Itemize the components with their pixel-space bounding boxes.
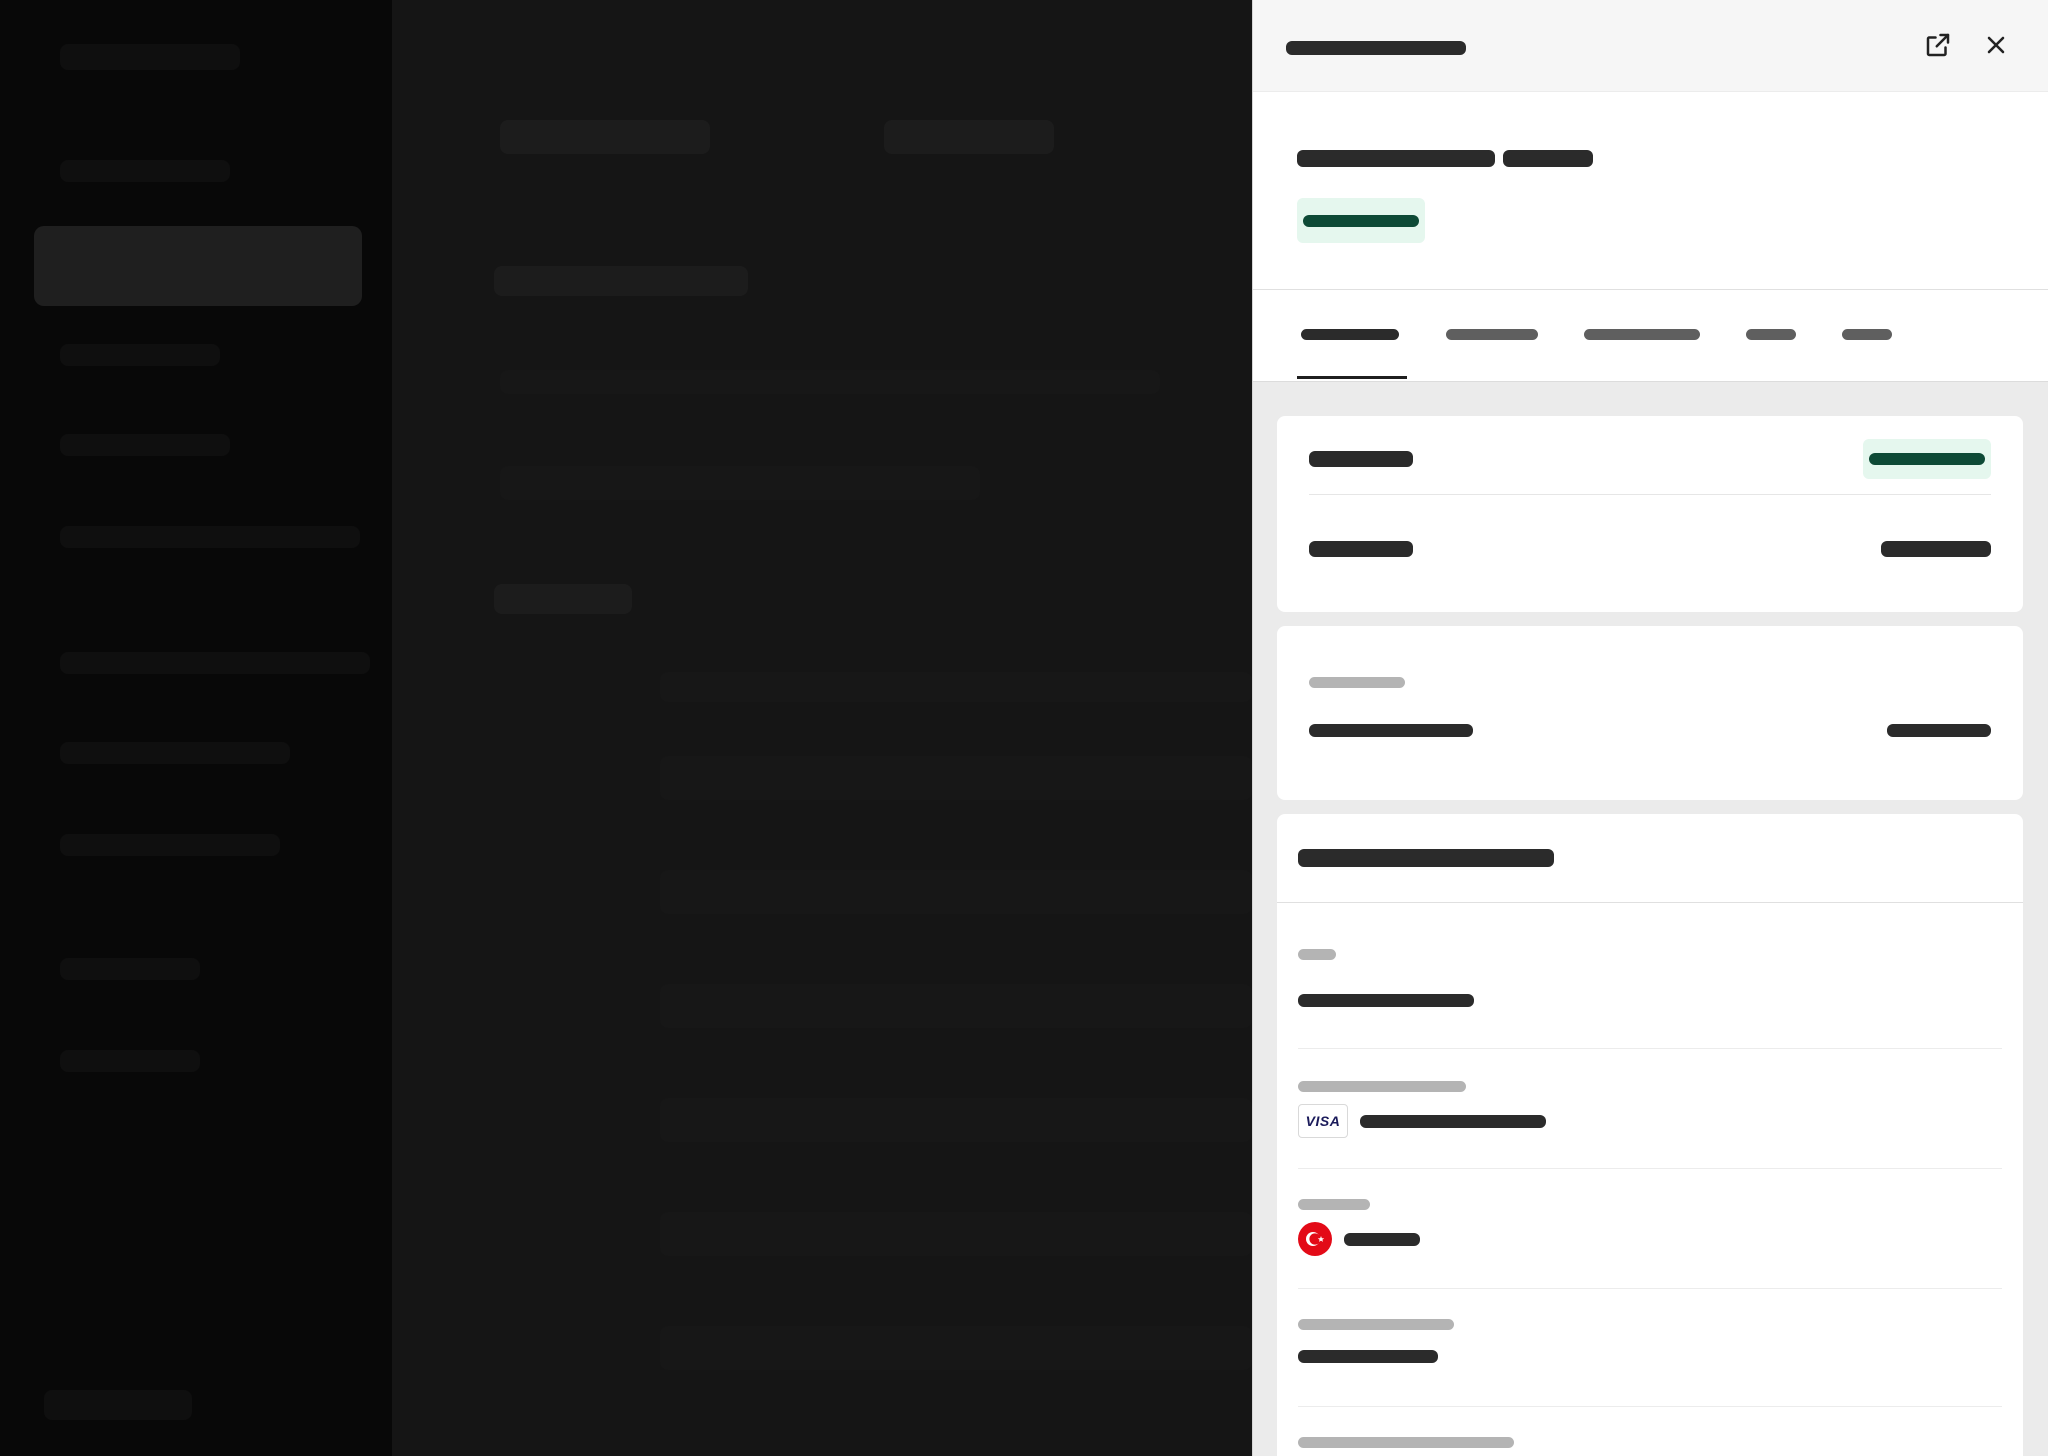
status-badge [1297,198,1425,243]
modal-overlay[interactable] [0,0,1252,1456]
flag-graphic [1306,1232,1325,1246]
field-label [1298,946,1336,964]
detail-field [1298,946,2002,1049]
summary-row [1309,424,1991,495]
field-label [1298,1196,1370,1214]
close-icon [1987,36,2005,54]
redacted-text [1286,41,1466,56]
customer-name [1297,144,1593,172]
redacted-text [1309,451,1413,467]
redacted-text [1309,724,1473,737]
open-external-button[interactable] [1921,28,1955,62]
close-button[interactable] [1979,28,2013,62]
redacted-text [1298,1437,1514,1449]
redacted-text [1887,724,1991,737]
card-brand: VISA [1305,1113,1341,1129]
field-label [1298,1316,1454,1334]
field-label [1298,1078,1466,1096]
drawer-title [1286,37,1466,58]
redacted-text [1842,329,1892,341]
field-value [1298,994,1474,1007]
turkey-flag-icon [1298,1222,1332,1256]
redacted-text [1584,329,1700,341]
detail-field [1298,1316,2002,1407]
summary-value-badge [1863,439,1991,479]
info-row [1309,724,1991,737]
redacted-text [1446,329,1538,341]
redacted-text [1309,541,1413,557]
info-card [1277,626,2023,800]
tab-4[interactable] [1746,326,1798,381]
tab-3[interactable] [1584,326,1702,381]
redacted-text [1298,849,1554,867]
redacted-text [1298,1350,1438,1363]
field-label [1298,1434,1514,1452]
redacted-text [1298,1319,1454,1331]
redacted-text [1881,541,1991,557]
redacted-text [1298,1081,1466,1093]
tab-2[interactable] [1446,326,1540,381]
customer-header [1253,92,2048,290]
redacted-text [1360,1114,1546,1128]
redacted-text [1746,329,1796,341]
summary-row [1309,514,1991,584]
redacted-text [1869,453,1985,465]
drawer-tabs [1253,290,2048,382]
redacted-text [1298,949,1336,961]
payment-method-field: VISA [1298,1078,2002,1169]
info-caption [1309,674,1405,692]
country-field [1298,1196,2002,1289]
redacted-text [1298,1199,1370,1211]
external-link-icon [1926,33,1950,57]
redacted-text [1309,677,1405,689]
redacted-text [1503,150,1593,168]
tab-5[interactable] [1842,326,1894,381]
detail-drawer: VISA [1252,0,2048,1456]
redacted-text [1344,1232,1420,1246]
redacted-text [1297,150,1495,168]
summary-card [1277,416,2023,612]
detail-field [1298,1434,2002,1456]
tab-1[interactable] [1297,326,1407,381]
active-tab-underline [1297,376,1407,379]
field-value [1298,1350,1438,1363]
background-app [0,0,1252,1456]
drawer-topbar [1253,0,2048,92]
details-card: VISA [1277,814,2023,1456]
visa-card-icon: VISA [1298,1104,1348,1138]
redacted-text [1303,214,1419,227]
redacted-text [1298,994,1474,1007]
field-value: VISA [1298,1104,1546,1138]
details-card-title [1277,814,2023,903]
redacted-text [1301,329,1399,341]
field-value [1298,1222,1420,1256]
